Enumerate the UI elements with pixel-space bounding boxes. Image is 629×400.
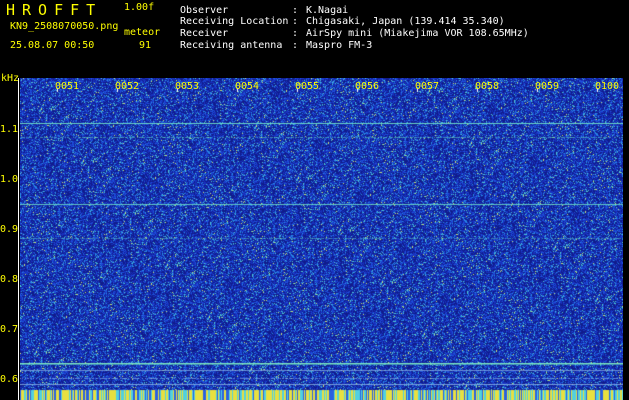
time-tick-label: 0056 bbox=[355, 81, 380, 92]
y-tick-label: 1.0 bbox=[0, 174, 19, 185]
info-row-location: Receiving Location: Chigasaki, Japan (139… bbox=[180, 16, 505, 27]
y-tick-label: 0.9 bbox=[0, 224, 19, 235]
time-tick-label: 0057 bbox=[415, 81, 440, 92]
info-key: Receiving Location bbox=[180, 16, 289, 27]
time-tick-label: 0058 bbox=[475, 81, 500, 92]
info-row-receiver: Receiver: AirSpy mini (Miakejima VOR 108.… bbox=[180, 28, 529, 39]
detection-method: meteor bbox=[124, 27, 161, 38]
y-tick-label: 0.8 bbox=[0, 274, 19, 285]
info-row-observer: Observer: K.Nagai bbox=[180, 5, 348, 16]
hrofft-window: HROFFT 1.00f KN9_2508070050.png meteor 2… bbox=[0, 0, 629, 400]
info-key: Receiver bbox=[180, 28, 229, 39]
info-key: Receiving antenna bbox=[180, 40, 283, 51]
y-tick-label: 0.6 bbox=[0, 374, 19, 385]
time-tick-label: 0059 bbox=[535, 81, 560, 92]
info-value: Chigasaki, Japan (139.414 35.340) bbox=[306, 16, 505, 27]
time-tick-label: 0054 bbox=[235, 81, 260, 92]
spectrogram[interactable] bbox=[20, 78, 623, 400]
y-tick-label: 0.7 bbox=[0, 324, 19, 335]
version-label: 1.00f bbox=[124, 2, 155, 13]
info-row-antenna: Receiving antenna: Maspro FM-3 bbox=[180, 40, 372, 51]
time-tick-label: 0100 bbox=[595, 81, 620, 92]
info-separator: : bbox=[292, 5, 299, 16]
info-separator: : bbox=[292, 28, 299, 39]
meteor-count: 91 bbox=[139, 40, 152, 51]
info-separator: : bbox=[292, 16, 299, 27]
time-tick-label: 0055 bbox=[295, 81, 320, 92]
info-key: Observer bbox=[180, 5, 229, 16]
file-name: KN9_2508070050.png bbox=[10, 21, 119, 32]
info-value: K.Nagai bbox=[306, 5, 349, 16]
time-tick-label: 0051 bbox=[55, 81, 80, 92]
info-separator: : bbox=[292, 40, 299, 51]
time-tick-label: 0053 bbox=[175, 81, 200, 92]
info-value: Maspro FM-3 bbox=[306, 40, 373, 51]
info-value: AirSpy mini (Miakejima VOR 108.65MHz) bbox=[306, 28, 529, 39]
frequency-unit: kHz bbox=[1, 73, 20, 84]
y-tick-label: 1.1 bbox=[0, 124, 19, 135]
app-title: HROFFT bbox=[6, 1, 103, 19]
spectrogram-canvas[interactable] bbox=[20, 78, 623, 400]
observation-datetime: 25.08.07 00:50 bbox=[10, 40, 95, 51]
frequency-axis-line bbox=[18, 78, 19, 400]
time-tick-label: 0052 bbox=[115, 81, 140, 92]
